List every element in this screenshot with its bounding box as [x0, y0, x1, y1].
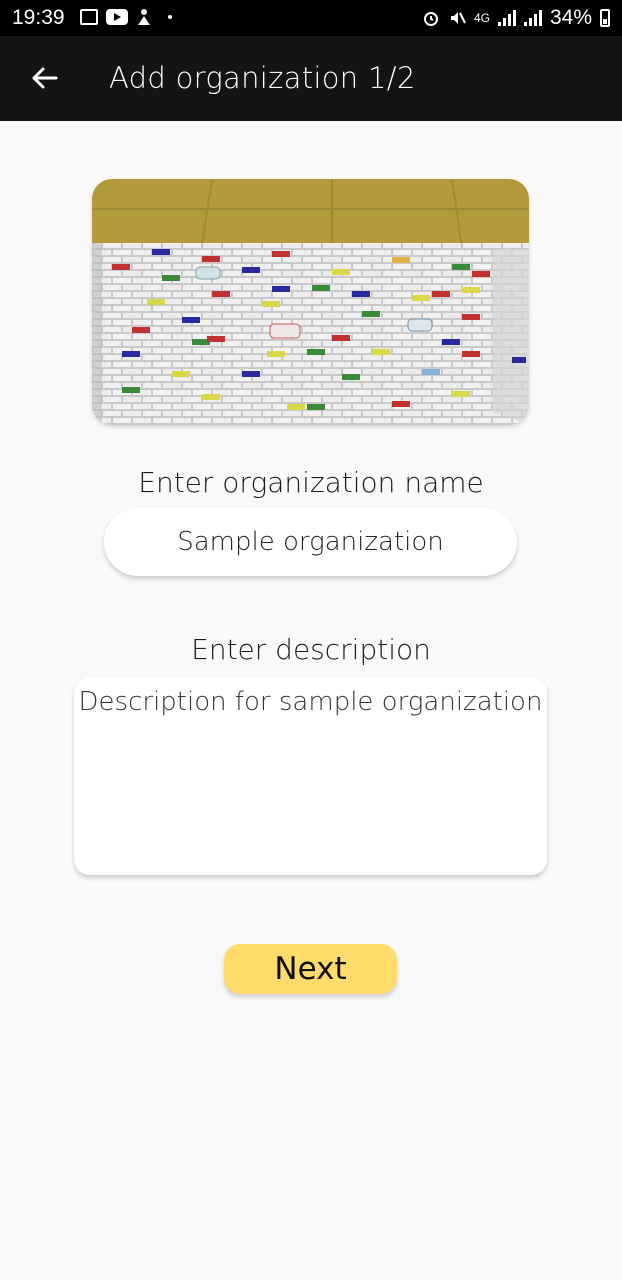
mute-icon	[450, 12, 466, 24]
system-icons: 4G 34%	[422, 6, 610, 30]
status-bar: 19:39 4G 34%	[0, 0, 622, 36]
description-input[interactable]: Description for sample organization	[74, 677, 547, 875]
alarm-icon	[423, 12, 438, 26]
description-label: Enter description	[191, 633, 431, 666]
app-bar: Add organization 1/2	[0, 36, 622, 121]
battery-percent: 34%	[549, 6, 592, 29]
organization-name-label: Enter organization name	[138, 466, 484, 499]
battery-icon	[600, 9, 610, 27]
signal-icon	[497, 10, 516, 26]
back-button[interactable]	[22, 56, 66, 100]
brick-wall-image	[92, 179, 529, 425]
youtube-icon	[106, 9, 128, 25]
arrow-left-icon	[32, 67, 58, 89]
organization-name-input[interactable]: Sample organization	[104, 508, 517, 576]
signal-icon-2	[523, 10, 542, 26]
app-icon	[138, 9, 150, 25]
organization-photo[interactable]	[92, 179, 529, 425]
image-icon	[80, 9, 98, 25]
status-time: 19:39	[12, 6, 65, 29]
next-button[interactable]: Next	[224, 944, 397, 994]
more-notifications-icon	[168, 15, 172, 19]
page-title: Add organization 1/2	[109, 61, 416, 95]
network-type: 4G	[473, 11, 490, 25]
notification-icons	[80, 8, 172, 26]
